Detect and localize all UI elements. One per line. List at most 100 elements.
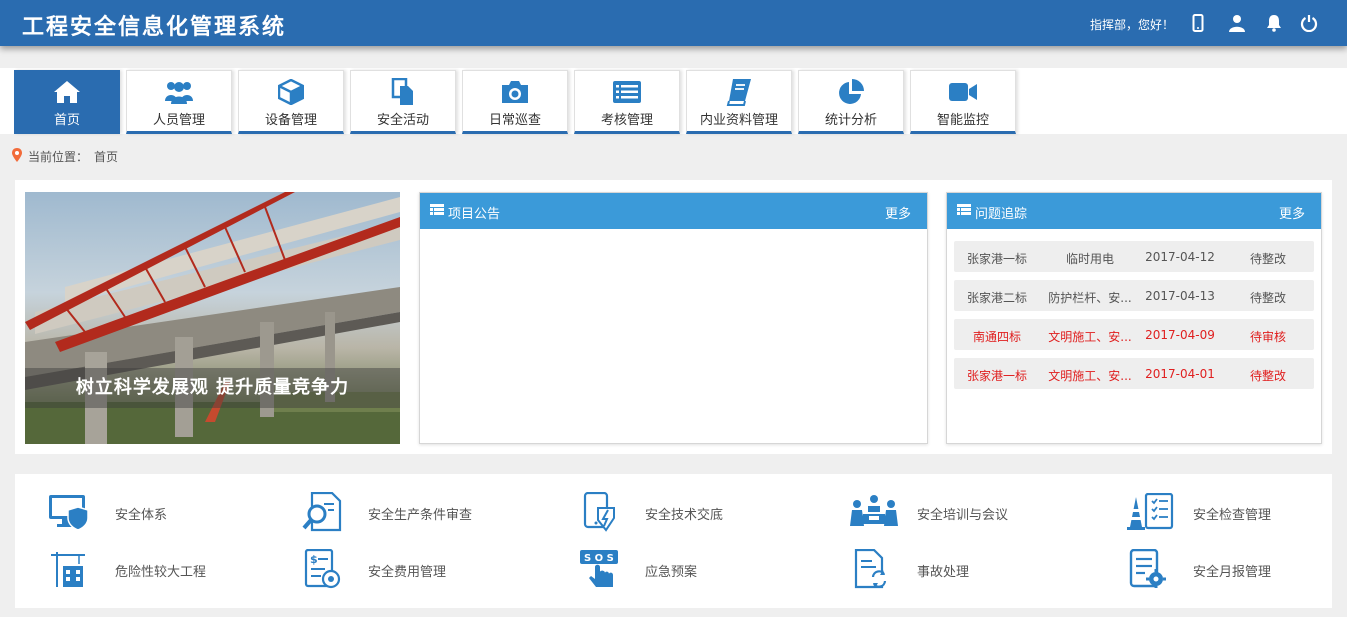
quick-link-training-meeting[interactable]: 安全培训与会议 [849, 492, 1008, 532]
issue-topic: 临时用电 [1065, 252, 1114, 266]
tab-label: 考核管理 [600, 113, 653, 128]
issue-section: 张家港一标 [966, 252, 1027, 266]
tablet-lightning-icon [577, 492, 621, 532]
project-notices-title: 项目公告 [448, 207, 501, 222]
issue-date: 2017-04-13 [1145, 289, 1215, 303]
document-refresh-icon [849, 549, 893, 589]
quick-links-panel: 安全体系 安全生产条件审查 安全技术交底 安全培训与会议 安全检查管理 危险性较… [15, 474, 1332, 608]
issue-status: 待审核 [1249, 330, 1286, 344]
quick-link-label: 危险性较大工程 [115, 565, 207, 580]
tab-internal-documents[interactable]: 内业资料管理 [686, 70, 792, 134]
cone-checklist-icon [1125, 492, 1175, 532]
tab-smart-monitoring[interactable]: 智能监控 [910, 70, 1016, 134]
tab-label: 智能监控 [936, 113, 989, 128]
quick-link-label: 安全技术交底 [645, 508, 724, 523]
tab-daily-inspection[interactable]: 日常巡查 [462, 70, 568, 134]
quick-link-safety-system[interactable]: 安全体系 [47, 492, 167, 532]
list-header-icon [430, 204, 444, 219]
mobile-icon[interactable] [1188, 13, 1208, 33]
tab-equipment[interactable]: 设备管理 [238, 70, 344, 134]
camera-icon [463, 78, 567, 106]
user-icon[interactable] [1227, 13, 1247, 33]
map-pin-icon [12, 148, 22, 165]
banner-image: 树立科学发展观 提升质量竞争力 [25, 192, 400, 444]
issue-row[interactable]: 张家港一标 临时用电 2017-04-12 待整改 [954, 241, 1314, 272]
tab-label: 内业资料管理 [699, 113, 778, 128]
quick-link-safety-inspection[interactable]: 安全检查管理 [1125, 492, 1271, 532]
issue-status: 待整改 [1249, 369, 1286, 383]
main-nav: 首页 人员管理 设备管理 安全活动 日常巡查 考核管理 内业资料管理 统计分析 … [0, 68, 1347, 134]
list-header-icon [957, 204, 971, 219]
issue-date: 2017-04-09 [1145, 328, 1215, 342]
app-title: 工程安全信息化管理系统 [22, 15, 287, 40]
quick-link-accident-handling[interactable]: 事故处理 [849, 549, 969, 589]
cube-icon [239, 78, 343, 106]
pie-chart-icon [799, 78, 903, 106]
tab-label: 设备管理 [264, 113, 317, 128]
home-icon [15, 78, 119, 106]
quick-link-label: 安全生产条件审查 [368, 508, 473, 523]
issue-section: 张家港二标 [966, 291, 1027, 305]
bell-icon[interactable] [1264, 13, 1284, 33]
issue-status: 待整改 [1249, 252, 1286, 266]
sos-hand-icon: S O S [577, 549, 621, 589]
breadcrumb: 当前位置： 首页 [12, 148, 118, 165]
breadcrumb-prefix: 当前位置： [28, 150, 89, 164]
banner-caption: 树立科学发展观 提升质量竞争力 [25, 368, 400, 408]
tab-home[interactable]: 首页 [14, 70, 120, 134]
cost-document-icon: $ [300, 549, 344, 589]
issue-tracking-box: 问题追踪 更多 张家港一标 临时用电 2017-04-12 待整改 张家港二标 … [946, 192, 1322, 444]
project-notices-box: 项目公告 更多 [419, 192, 928, 444]
quick-link-technical-briefing[interactable]: 安全技术交底 [577, 492, 723, 532]
tab-label: 首页 [53, 113, 80, 128]
quick-link-label: 安全费用管理 [368, 565, 447, 580]
quick-link-label: 应急预案 [645, 565, 698, 580]
tab-label: 人员管理 [152, 113, 205, 128]
quick-link-label: 安全体系 [115, 508, 168, 523]
quick-link-safety-cost[interactable]: $ 安全费用管理 [300, 549, 446, 589]
tab-label: 日常巡查 [488, 113, 541, 128]
user-greeting: 指挥部，您好！ [1090, 18, 1175, 32]
issue-row[interactable]: 张家港二标 防护栏杆、安... 2017-04-13 待整改 [954, 280, 1314, 311]
issue-tracking-header: 问题追踪 更多 [947, 193, 1321, 229]
issue-section: 张家港一标 [966, 369, 1027, 383]
tab-assessment[interactable]: 考核管理 [574, 70, 680, 134]
tab-safety-activities[interactable]: 安全活动 [350, 70, 456, 134]
issue-topic: 防护栏杆、安... [1048, 291, 1132, 305]
quick-link-production-review[interactable]: 安全生产条件审查 [300, 492, 472, 532]
tab-label: 统计分析 [824, 113, 877, 128]
tab-personnel[interactable]: 人员管理 [126, 70, 232, 134]
issue-row[interactable]: 南通四标 文明施工、安... 2017-04-09 待审核 [954, 319, 1314, 350]
document-search-icon [300, 492, 344, 532]
quick-link-hazardous-works[interactable]: 危险性较大工程 [47, 549, 206, 589]
project-notices-header: 项目公告 更多 [420, 193, 927, 229]
issue-topic: 文明施工、安... [1048, 330, 1132, 344]
quick-link-emergency-plan[interactable]: S O S 应急预案 [577, 549, 697, 589]
issue-tracking-more-link[interactable]: 更多 [1279, 203, 1305, 222]
users-icon [127, 78, 231, 106]
quick-link-label: 事故处理 [917, 565, 970, 580]
quick-link-label: 安全培训与会议 [917, 508, 1009, 523]
breadcrumb-current[interactable]: 首页 [94, 148, 118, 165]
svg-text:S O S: S O S [584, 553, 614, 564]
quick-link-label: 安全检查管理 [1193, 508, 1272, 523]
issue-status: 待整改 [1249, 291, 1286, 305]
list-icon [575, 78, 679, 106]
documents-icon [351, 78, 455, 106]
issue-date: 2017-04-12 [1145, 250, 1215, 264]
top-header: 工程安全信息化管理系统 指挥部，您好！ [0, 0, 1347, 46]
svg-text:$: $ [310, 553, 318, 566]
project-notices-more-link[interactable]: 更多 [885, 203, 911, 222]
issue-topic: 文明施工、安... [1048, 369, 1132, 383]
meeting-icon [849, 492, 899, 532]
monitor-shield-icon [47, 492, 91, 532]
issue-tracking-title: 问题追踪 [975, 207, 1028, 222]
issue-row[interactable]: 张家港一标 文明施工、安... 2017-04-01 待整改 [954, 358, 1314, 389]
crane-building-icon [47, 549, 91, 589]
tab-statistics[interactable]: 统计分析 [798, 70, 904, 134]
quick-link-monthly-report[interactable]: 安全月报管理 [1125, 549, 1271, 589]
tab-label: 安全活动 [376, 113, 429, 128]
power-icon[interactable] [1299, 13, 1319, 33]
book-icon [687, 78, 791, 106]
issue-date: 2017-04-01 [1145, 367, 1215, 381]
